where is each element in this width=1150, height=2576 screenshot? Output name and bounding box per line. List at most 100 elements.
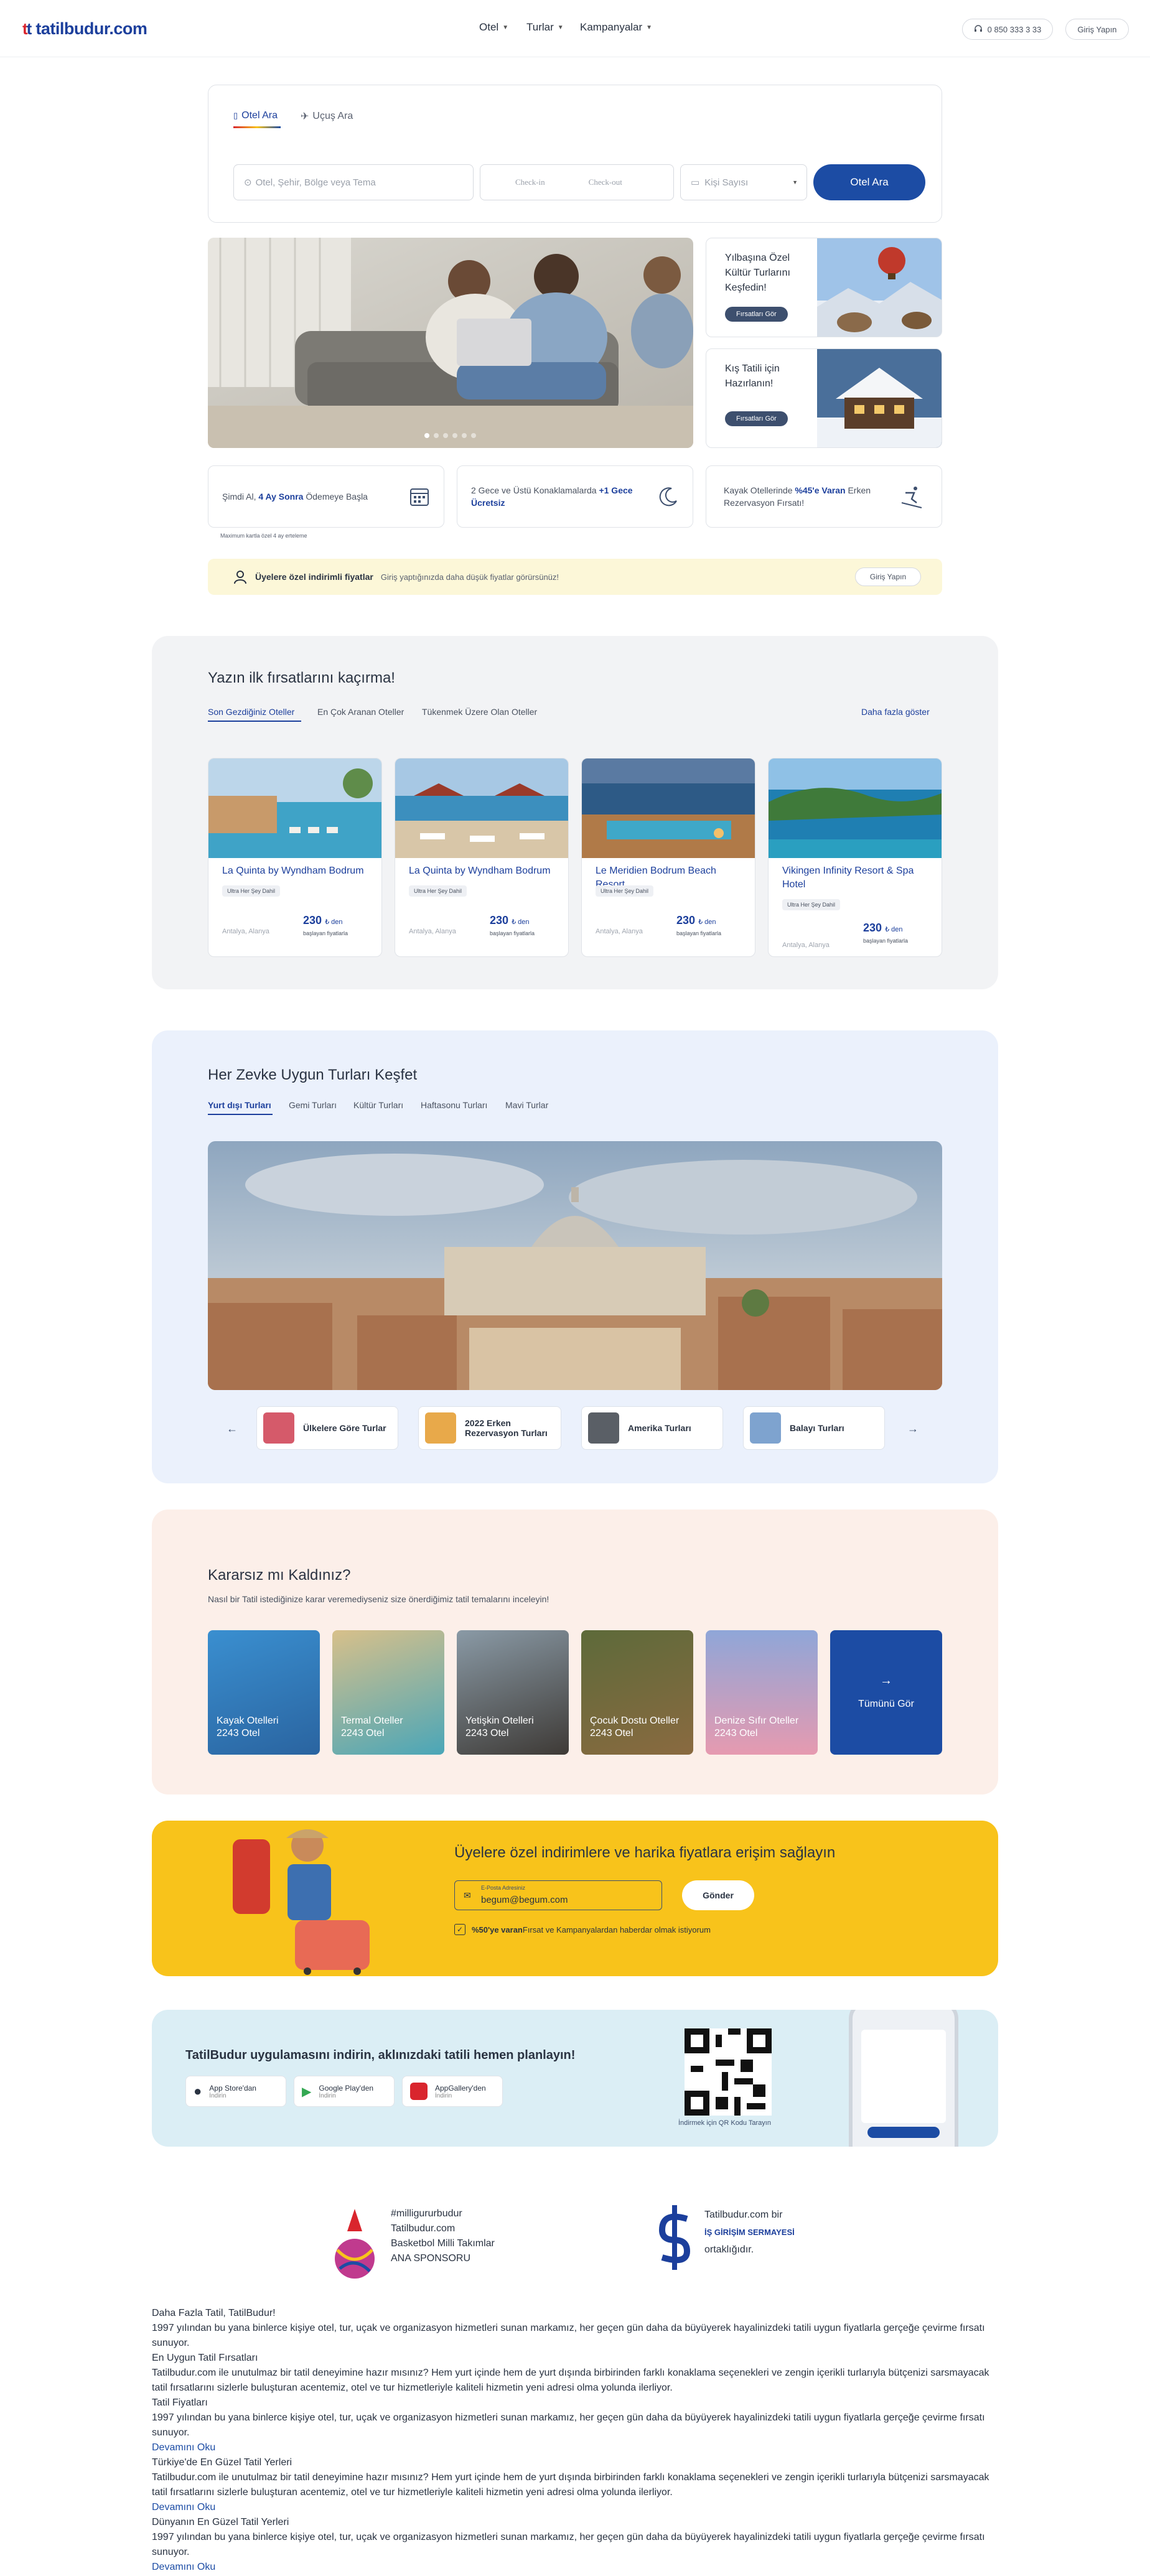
tour-category-card[interactable]: Balayı Turları bbox=[743, 1406, 885, 1450]
carousel-dot[interactable] bbox=[462, 433, 467, 438]
tour-category-card[interactable]: Ülkelere Göre Turlar bbox=[256, 1406, 398, 1450]
tab-cruise-tours[interactable]: Gemi Turları bbox=[289, 1100, 337, 1110]
tab-recent-hotels[interactable]: Son Gezdiğiniz Oteller bbox=[208, 707, 294, 717]
deals-section: Yazın ilk fırsatlarını kaçırma! Son Gezd… bbox=[152, 636, 998, 989]
carousel-dot[interactable] bbox=[471, 433, 476, 438]
tab-label: Uçuş Ara bbox=[312, 111, 353, 121]
qr-code bbox=[685, 2028, 772, 2116]
store-name: AppGallery'den bbox=[435, 2083, 486, 2093]
partner-line: Tatilbudur.com bir bbox=[704, 2210, 783, 2220]
carousel-dot[interactable] bbox=[443, 433, 448, 438]
promo-culture-tours[interactable]: Yılbaşına Özel Kültür Turlarını Keşfedin… bbox=[706, 238, 942, 337]
login-button[interactable]: Giriş Yapın bbox=[1065, 19, 1129, 40]
read-more-link[interactable]: Devamını Oku bbox=[152, 2440, 998, 2455]
tab-culture-tours[interactable]: Kültür Turları bbox=[353, 1100, 403, 1110]
carousel-dot-active[interactable] bbox=[424, 433, 429, 438]
promo-title: Yılbaşına Özel Kültür Turlarını Keşfedin… bbox=[725, 253, 790, 293]
hotel-name: La Quinta by Wyndham Bodrum bbox=[409, 866, 551, 876]
tab-flight-search[interactable]: ✈ Uçuş Ara bbox=[301, 110, 353, 123]
app-store-button[interactable]: ● App Store'dan İndirin bbox=[185, 2076, 286, 2107]
email-label: E-Posta Adresiniz bbox=[481, 1885, 526, 1891]
hotel-price: 230 bbox=[303, 914, 322, 926]
theme-card[interactable]: Termal Oteller 2243 Otel bbox=[332, 1630, 444, 1755]
tab-underline bbox=[233, 126, 281, 128]
hotel-card[interactable]: La Quinta by Wyndham Bodrum Ultra Her Şe… bbox=[395, 758, 569, 957]
email-field[interactable]: ✉ E-Posta Adresiniz begum@begum.com bbox=[454, 1880, 662, 1910]
moon-icon bbox=[659, 487, 677, 506]
nav-kampanyalar[interactable]: Kampanyalar ▼ bbox=[580, 21, 652, 34]
board-badge: Ultra Her Şey Dahil bbox=[222, 885, 281, 897]
tab-selling-out[interactable]: Tükenmek Üzere Olan Oteller bbox=[422, 707, 537, 717]
read-more-link[interactable]: Devamını Oku bbox=[152, 2500, 998, 2515]
tour-hero-image[interactable] bbox=[208, 1141, 942, 1390]
search-button[interactable]: Otel Ara bbox=[813, 164, 925, 200]
info-text: 2 Gece ve Üstü Konaklamalarda bbox=[471, 485, 599, 495]
tab-most-searched[interactable]: En Çok Aranan Oteller bbox=[317, 707, 404, 717]
carousel-dot[interactable] bbox=[452, 433, 457, 438]
submit-button[interactable]: Gönder bbox=[682, 1880, 754, 1910]
section-title: Yazın ilk fırsatlarını kaçırma! bbox=[208, 670, 395, 686]
price-currency: ₺ den bbox=[325, 918, 343, 926]
tab-underline bbox=[208, 721, 301, 722]
google-play-icon: ▶ bbox=[302, 2084, 312, 2099]
carousel-dot[interactable] bbox=[434, 433, 439, 438]
tab-weekend-tours[interactable]: Haftasonu Turları bbox=[421, 1100, 487, 1110]
consent-checkbox[interactable]: ✓ bbox=[454, 1924, 465, 1935]
seo-heading: Dünyanın En Güzel Tatil Yerleri bbox=[152, 2517, 289, 2527]
consent-row: ✓ %50'ye varan Fırsat ve Kampanyalardan … bbox=[454, 1924, 711, 1935]
price-currency: ₺ den bbox=[885, 926, 903, 933]
see-all-card[interactable]: → Tümünü Gör bbox=[830, 1630, 942, 1755]
promo-button[interactable]: Fırsatları Gör bbox=[725, 411, 788, 426]
destination-field[interactable]: ⊙ Otel, Şehir, Bölge veya Tema bbox=[233, 164, 474, 200]
theme-name: Denize Sıfır Oteller bbox=[714, 1715, 799, 1726]
show-more-link[interactable]: Daha fazla göster bbox=[861, 707, 930, 717]
carousel-dots bbox=[424, 433, 476, 438]
member-desc: Giriş yaptığınızda daha düşük fiyatlar g… bbox=[380, 572, 559, 582]
hotel-card[interactable]: Le Meridien Bodrum Beach Resort Ultra He… bbox=[581, 758, 755, 957]
promo-button[interactable]: Fırsatları Gör bbox=[725, 307, 788, 322]
skier-icon bbox=[901, 487, 922, 508]
app-gallery-button[interactable]: AppGallery'den İndirin bbox=[402, 2076, 503, 2107]
tour-category-card[interactable]: 2022 Erken Rezervasyon Turları bbox=[418, 1406, 561, 1450]
theme-card[interactable]: Denize Sıfır Oteller 2243 Otel bbox=[706, 1630, 818, 1755]
chevron-down-icon: ▼ bbox=[502, 24, 509, 31]
logo[interactable]: tt tatilbudur.com bbox=[22, 19, 147, 39]
nav-turlar[interactable]: Turlar ▼ bbox=[526, 21, 564, 34]
hero-banner[interactable] bbox=[208, 238, 693, 448]
nav-otel[interactable]: Otel ▼ bbox=[479, 21, 508, 34]
tab-abroad-tours[interactable]: Yurt dışı Turları bbox=[208, 1100, 271, 1110]
promo-title: Kış Tatili için Hazırlanın! bbox=[725, 363, 780, 389]
hotel-card[interactable]: La Quinta by Wyndham Bodrum Ultra Her Şe… bbox=[208, 758, 382, 957]
partner-line: ortaklığıdır. bbox=[704, 2244, 754, 2255]
newsletter-section: Üyelere özel indirimlere ve harika fiyat… bbox=[152, 1821, 998, 1976]
hotel-card[interactable]: Vikingen Infinity Resort & Spa Hotel Ult… bbox=[768, 758, 942, 957]
mail-icon: ✉ bbox=[464, 1890, 471, 1900]
guests-field[interactable]: ▭ Kişi Sayısı ▼ bbox=[680, 164, 807, 200]
theme-card[interactable]: Çocuk Dostu Oteller 2243 Otel bbox=[581, 1630, 693, 1755]
plane-icon: ✈ bbox=[301, 111, 309, 122]
google-play-button[interactable]: ▶ Google Play'den İndirin bbox=[294, 2076, 395, 2107]
tab-blue-cruise[interactable]: Mavi Turlar bbox=[505, 1100, 548, 1110]
info-installment[interactable]: Şimdi Al, 4 Ay Sonra Ödemeye Başla bbox=[208, 465, 444, 528]
theme-card[interactable]: Kayak Otelleri 2243 Otel bbox=[208, 1630, 320, 1755]
date-field[interactable]: Check-in Check-out bbox=[480, 164, 674, 200]
read-more-link[interactable]: Devamını Oku bbox=[152, 2560, 998, 2575]
phone-button[interactable]: 0 850 333 3 33 bbox=[962, 19, 1053, 40]
tab-label: Otel Ara bbox=[241, 110, 278, 121]
category-label: 2022 Erken Rezervasyon Turları bbox=[465, 1418, 548, 1438]
arrow-left-icon[interactable]: ← bbox=[227, 1422, 238, 1435]
info-ski[interactable]: Kayak Otellerinde %45'e Varan Erken Reze… bbox=[706, 465, 942, 528]
member-login-button[interactable]: Giriş Yapın bbox=[855, 567, 921, 586]
section-title: Her Zevke Uygun Turları Keşfet bbox=[208, 1066, 418, 1083]
promo-winter-holiday[interactable]: Kış Tatili için Hazırlanın! Fırsatları G… bbox=[706, 348, 942, 448]
logo-text: tatilbudur.com bbox=[35, 19, 147, 38]
info-free-night[interactable]: 2 Gece ve Üstü Konaklamalarda +1 Gece Üc… bbox=[457, 465, 693, 528]
price-currency: ₺ den bbox=[512, 918, 530, 926]
theme-card[interactable]: Yetişkin Otelleri 2243 Otel bbox=[457, 1630, 569, 1755]
tab-hotel-search[interactable]: ▯ Otel Ara bbox=[233, 110, 278, 121]
arrow-right-icon[interactable]: → bbox=[907, 1422, 919, 1435]
location-pin-icon: ⊙ bbox=[244, 177, 252, 188]
partner-brand: İŞ GİRİŞİM SERMAYESİ bbox=[704, 2228, 795, 2237]
tour-category-card[interactable]: Amerika Turları bbox=[581, 1406, 723, 1450]
category-thumb bbox=[588, 1412, 619, 1444]
